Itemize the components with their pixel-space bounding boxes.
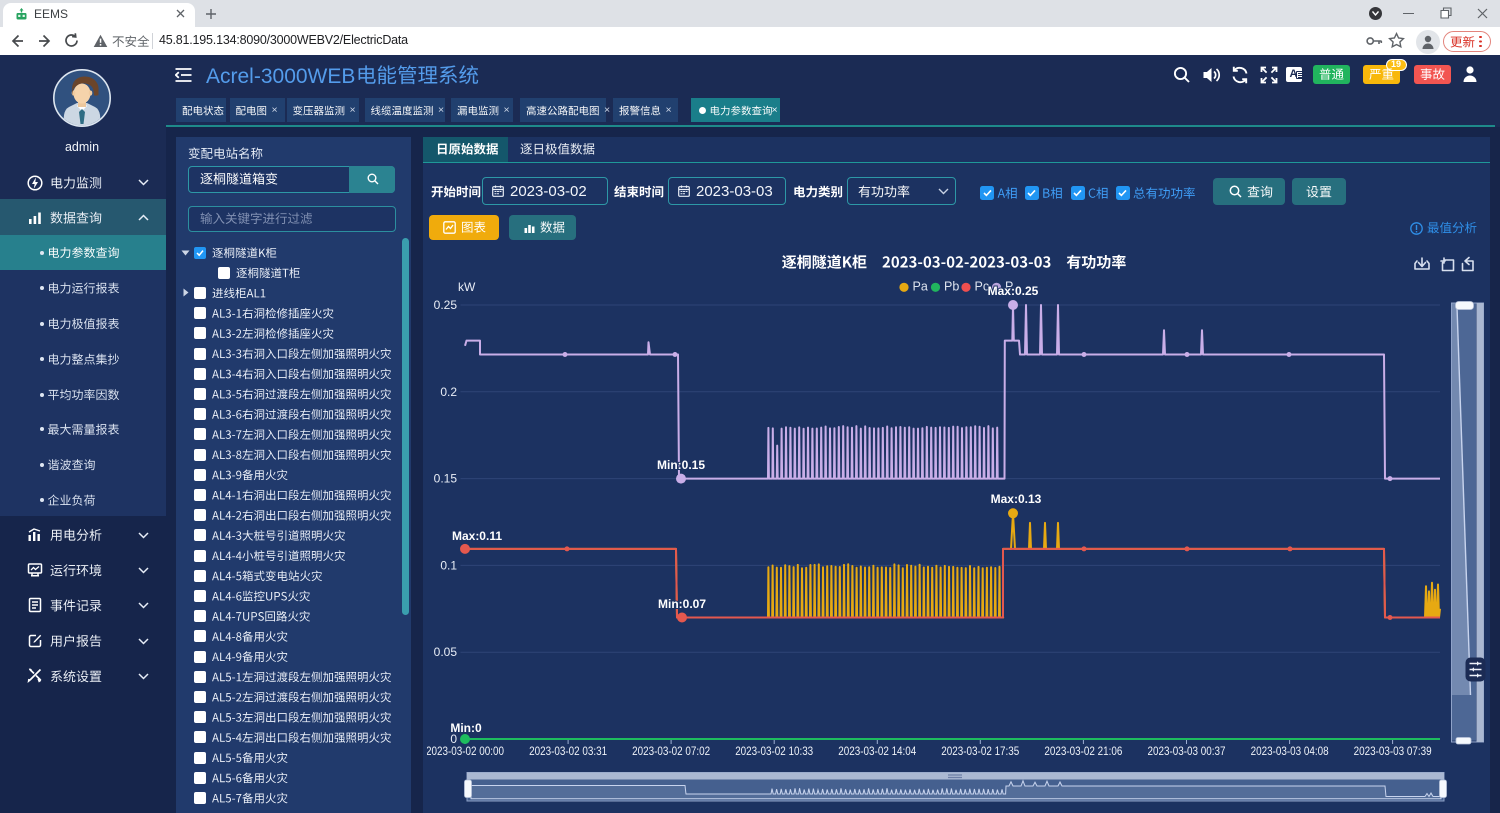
svg-text:2023-03-02 07:02: 2023-03-02 07:02	[632, 746, 710, 758]
svg-text:0.2: 0.2	[440, 385, 457, 399]
svg-text:Min:0: Min:0	[450, 721, 482, 735]
svg-text:Pb: Pb	[944, 280, 959, 294]
svg-text:2023-03-02 14:04: 2023-03-02 14:04	[838, 746, 917, 758]
svg-text:0.05: 0.05	[434, 645, 458, 659]
svg-text:Max:0.13: Max:0.13	[991, 492, 1042, 506]
svg-text:Min:0.15: Min:0.15	[657, 458, 705, 472]
svg-text:Max:0.11: Max:0.11	[452, 529, 502, 543]
svg-text:2023-03-03 00:37: 2023-03-03 00:37	[1148, 746, 1226, 758]
svg-text:2023-03-02 21:06: 2023-03-02 21:06	[1044, 746, 1122, 758]
svg-text:2023-03-02 17:35: 2023-03-02 17:35	[941, 746, 1019, 758]
svg-text:Max:0.25: Max:0.25	[988, 284, 1039, 298]
svg-text:2023-03-02 03:31: 2023-03-02 03:31	[529, 746, 607, 758]
svg-text:2023-03-02 10:33: 2023-03-02 10:33	[735, 746, 813, 758]
svg-text:2023-03-02 00:00: 2023-03-02 00:00	[426, 746, 504, 758]
svg-text:0.15: 0.15	[434, 472, 458, 486]
svg-text:Min:0.07: Min:0.07	[658, 597, 706, 611]
svg-text:Pa: Pa	[913, 280, 928, 294]
svg-text:0.25: 0.25	[434, 298, 458, 312]
svg-text:0.1: 0.1	[440, 558, 457, 572]
svg-text:2023-03-03 07:39: 2023-03-03 07:39	[1354, 746, 1432, 758]
svg-text:2023-03-03 04:08: 2023-03-03 04:08	[1251, 746, 1329, 758]
svg-text:kW: kW	[458, 280, 476, 294]
